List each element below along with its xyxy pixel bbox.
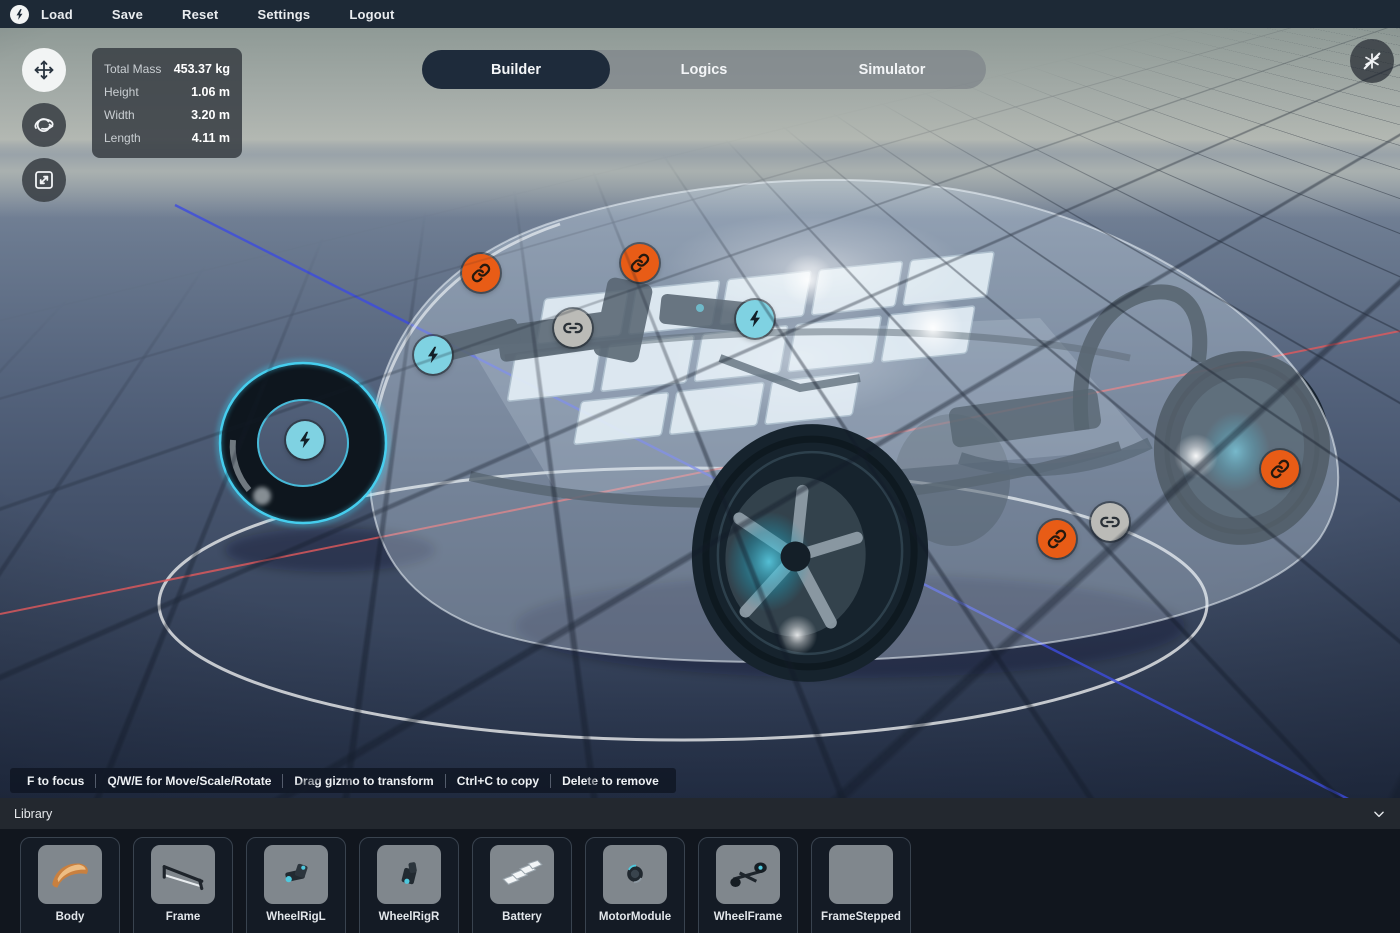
library-item-wheelrigr[interactable]: WheelRigR bbox=[359, 837, 459, 933]
joint-link-badge[interactable] bbox=[1038, 520, 1076, 558]
library-title: Library bbox=[14, 807, 52, 821]
library-panel: Body Frame WheelRigL WheelRigR Battery bbox=[0, 829, 1400, 933]
vehicle-stats-panel: Total Mass 453.37 kg Height 1.06 m Width… bbox=[92, 48, 242, 158]
menu-load[interactable]: Load bbox=[41, 7, 73, 22]
menu-reset[interactable]: Reset bbox=[182, 7, 218, 22]
chain-link-icon bbox=[1269, 458, 1291, 480]
library-item-label: WheelFrame bbox=[714, 911, 782, 923]
chevron-down-icon[interactable] bbox=[1372, 807, 1386, 821]
scale-diagonal-icon bbox=[32, 168, 56, 192]
power-bolt-icon bbox=[744, 308, 766, 330]
library-item-label: WheelRigL bbox=[266, 911, 325, 923]
app-logo bbox=[10, 5, 29, 24]
library-item-label: Frame bbox=[166, 911, 201, 923]
joint-link-badge[interactable] bbox=[1091, 503, 1129, 541]
link-icon bbox=[562, 317, 584, 339]
app-screen: Load Save Reset Settings Logout bbox=[0, 0, 1400, 933]
snap-disabled-icon bbox=[1361, 50, 1383, 72]
hint-remove: Delete to remove bbox=[550, 774, 670, 788]
library-item-frame[interactable]: Frame bbox=[133, 837, 233, 933]
chain-link-icon bbox=[470, 262, 492, 284]
hint-copy: Ctrl+C to copy bbox=[445, 774, 550, 788]
library-item-label: Body bbox=[56, 911, 85, 923]
stat-label: Height bbox=[104, 85, 139, 99]
move-tool-button[interactable] bbox=[22, 48, 66, 92]
library-item-label: MotorModule bbox=[599, 911, 671, 923]
stat-height: Height 1.06 m bbox=[104, 80, 230, 103]
scale-tool-button[interactable] bbox=[22, 158, 66, 202]
viewport-3d[interactable]: Total Mass 453.37 kg Height 1.06 m Width… bbox=[0, 28, 1400, 798]
menu-save[interactable]: Save bbox=[112, 7, 143, 22]
stat-total-mass: Total Mass 453.37 kg bbox=[104, 57, 230, 80]
top-menu-bar: Load Save Reset Settings Logout bbox=[0, 0, 1400, 28]
thumbnail-framestepped bbox=[829, 845, 893, 904]
library-item-wheelrigl[interactable]: WheelRigL bbox=[246, 837, 346, 933]
power-connection-badge[interactable] bbox=[414, 336, 452, 374]
shortcut-hints-bar: F to focus Q/W/E for Move/Scale/Rotate D… bbox=[10, 768, 676, 793]
stat-width: Width 3.20 m bbox=[104, 103, 230, 126]
stat-length: Length 4.11 m bbox=[104, 126, 230, 149]
library-item-label: WheelRigR bbox=[379, 911, 440, 923]
stat-label: Length bbox=[104, 131, 141, 145]
joint-link-badge[interactable] bbox=[1261, 450, 1299, 488]
library-item-wheelframe[interactable]: WheelFrame bbox=[698, 837, 798, 933]
thumbnail-wheelrigr bbox=[377, 845, 441, 904]
tab-builder[interactable]: Builder bbox=[422, 50, 610, 89]
thumbnail-wheelframe bbox=[716, 845, 780, 904]
stat-value: 3.20 m bbox=[191, 108, 230, 122]
thumbnail-frame bbox=[151, 845, 215, 904]
library-item-label: FrameStepped bbox=[821, 911, 901, 923]
library-header[interactable]: Library bbox=[0, 798, 1400, 829]
chain-link-icon bbox=[629, 252, 651, 274]
hint-gizmo: Drag gizmo to transform bbox=[282, 774, 444, 788]
stat-value: 1.06 m bbox=[191, 85, 230, 99]
stat-value: 4.11 m bbox=[192, 131, 230, 145]
library-item-label: Battery bbox=[502, 911, 542, 923]
lightning-bolt-icon bbox=[13, 8, 26, 21]
move-arrows-icon bbox=[32, 58, 56, 82]
stat-label: Width bbox=[104, 108, 135, 122]
hint-move-scale-rotate: Q/W/E for Move/Scale/Rotate bbox=[95, 774, 282, 788]
orbit-rotate-icon bbox=[32, 113, 56, 137]
joint-link-badge[interactable] bbox=[554, 309, 592, 347]
thumbnail-motormodule bbox=[603, 845, 667, 904]
menu-logout[interactable]: Logout bbox=[349, 7, 394, 22]
joint-link-badge[interactable] bbox=[462, 254, 500, 292]
thumbnail-body bbox=[38, 845, 102, 904]
stat-value: 453.37 kg bbox=[174, 62, 230, 76]
hint-focus: F to focus bbox=[16, 774, 95, 788]
library-item-motormodule[interactable]: MotorModule bbox=[585, 837, 685, 933]
snap-toggle-button[interactable] bbox=[1350, 39, 1394, 83]
stat-label: Total Mass bbox=[104, 62, 161, 76]
power-connection-badge[interactable] bbox=[736, 300, 774, 338]
joint-link-badge[interactable] bbox=[621, 244, 659, 282]
tab-logics[interactable]: Logics bbox=[610, 50, 798, 89]
library-item-framestepped[interactable]: FrameStepped bbox=[811, 837, 911, 933]
power-bolt-icon bbox=[294, 429, 316, 451]
rotate-tool-button[interactable] bbox=[22, 103, 66, 147]
link-icon bbox=[1099, 511, 1121, 533]
thumbnail-battery bbox=[490, 845, 554, 904]
tab-simulator[interactable]: Simulator bbox=[798, 50, 986, 89]
library-item-battery[interactable]: Battery bbox=[472, 837, 572, 933]
power-bolt-icon bbox=[422, 344, 444, 366]
power-connection-badge[interactable] bbox=[286, 421, 324, 459]
mode-tab-bar: Builder Logics Simulator bbox=[422, 50, 986, 89]
menu-settings[interactable]: Settings bbox=[257, 7, 310, 22]
thumbnail-wheelrigl bbox=[264, 845, 328, 904]
chain-link-icon bbox=[1046, 528, 1068, 550]
library-item-body[interactable]: Body bbox=[20, 837, 120, 933]
